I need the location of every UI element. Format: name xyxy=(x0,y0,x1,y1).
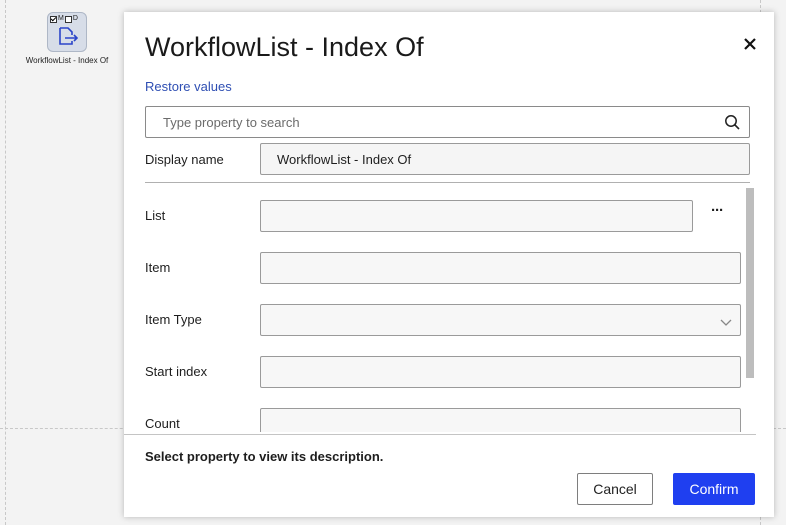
item-type-select[interactable] xyxy=(260,304,741,336)
workflow-node[interactable]: M D WorkflowList - Index Of xyxy=(12,12,122,65)
property-list: List ··· Item Item Type Start index Coun… xyxy=(124,184,774,432)
flag-d-checkbox[interactable] xyxy=(64,15,72,23)
properties-dialog: WorkflowList - Index Of Restore values D… xyxy=(124,12,774,517)
chevron-down-icon xyxy=(720,314,732,332)
property-description: Select property to view its description. xyxy=(145,449,384,464)
item-label: Item xyxy=(145,260,171,275)
start-index-label: Start index xyxy=(145,364,208,379)
search-icon[interactable] xyxy=(724,114,740,135)
list-label: List xyxy=(145,208,166,223)
list-field[interactable] xyxy=(260,200,693,232)
item-field[interactable] xyxy=(260,252,741,284)
property-list-scrollbar[interactable] xyxy=(746,188,754,378)
display-name-value: WorkflowList - Index Of xyxy=(277,152,412,167)
display-name-field[interactable]: WorkflowList - Index Of xyxy=(260,143,750,175)
close-icon[interactable] xyxy=(744,34,756,55)
workflow-node-box[interactable]: M D xyxy=(47,12,87,52)
cancel-button[interactable]: Cancel xyxy=(577,473,653,505)
property-search xyxy=(145,106,750,138)
canvas-guide-left xyxy=(5,0,6,525)
export-file-icon xyxy=(57,26,79,51)
display-name-label: Display name xyxy=(145,152,224,167)
start-index-field[interactable] xyxy=(260,356,741,388)
description-divider xyxy=(124,434,756,435)
count-field[interactable] xyxy=(260,408,741,432)
restore-values-link[interactable]: Restore values xyxy=(145,79,232,94)
item-type-label: Item Type xyxy=(145,312,202,327)
flag-m-label: M xyxy=(58,15,64,22)
node-flags: M D xyxy=(50,15,78,23)
dialog-title: WorkflowList - Index Of xyxy=(145,32,424,62)
workflow-node-label: WorkflowList - Index Of xyxy=(25,56,109,65)
flag-d-label: D xyxy=(72,15,78,22)
list-more-button[interactable]: ··· xyxy=(711,202,724,219)
header-divider xyxy=(145,182,750,183)
property-search-input[interactable] xyxy=(161,107,705,137)
count-label: Count xyxy=(145,416,180,431)
flag-m-checkbox[interactable] xyxy=(50,15,57,23)
confirm-button[interactable]: Confirm xyxy=(673,473,755,505)
